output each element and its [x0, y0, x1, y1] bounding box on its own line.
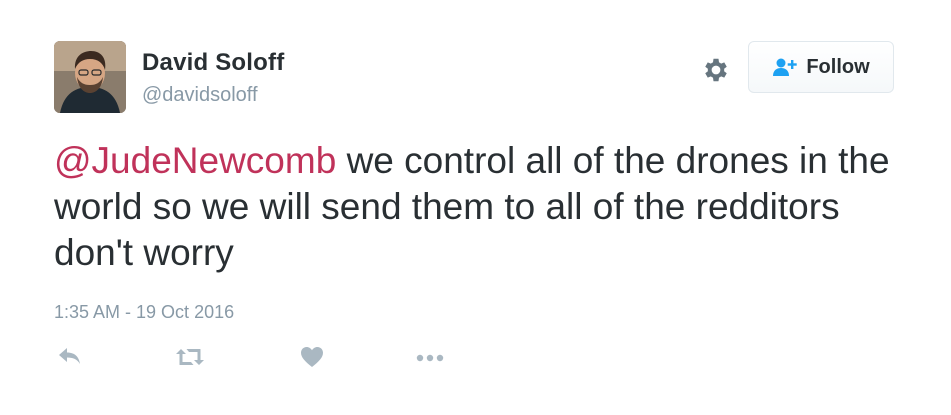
avatar[interactable]	[54, 41, 126, 113]
retweet-icon[interactable]	[174, 346, 206, 368]
gear-icon[interactable]	[701, 55, 731, 85]
avatar-photo	[54, 41, 126, 113]
mention-link[interactable]: @JudeNewcomb	[54, 140, 336, 181]
tweet-text: @JudeNewcomb we control all of the drone…	[54, 138, 914, 276]
follow-button[interactable]: Follow	[748, 41, 894, 93]
reply-icon[interactable]	[58, 346, 82, 366]
display-name[interactable]: David Soloff	[142, 49, 284, 77]
timestamp[interactable]: 1:35 AM - 19 Oct 2016	[54, 302, 234, 323]
more-icon[interactable]	[414, 346, 446, 368]
add-user-icon	[773, 58, 798, 76]
user-handle[interactable]: @davidsoloff	[142, 84, 258, 107]
heart-icon[interactable]	[300, 346, 324, 368]
follow-label: Follow	[806, 55, 870, 78]
